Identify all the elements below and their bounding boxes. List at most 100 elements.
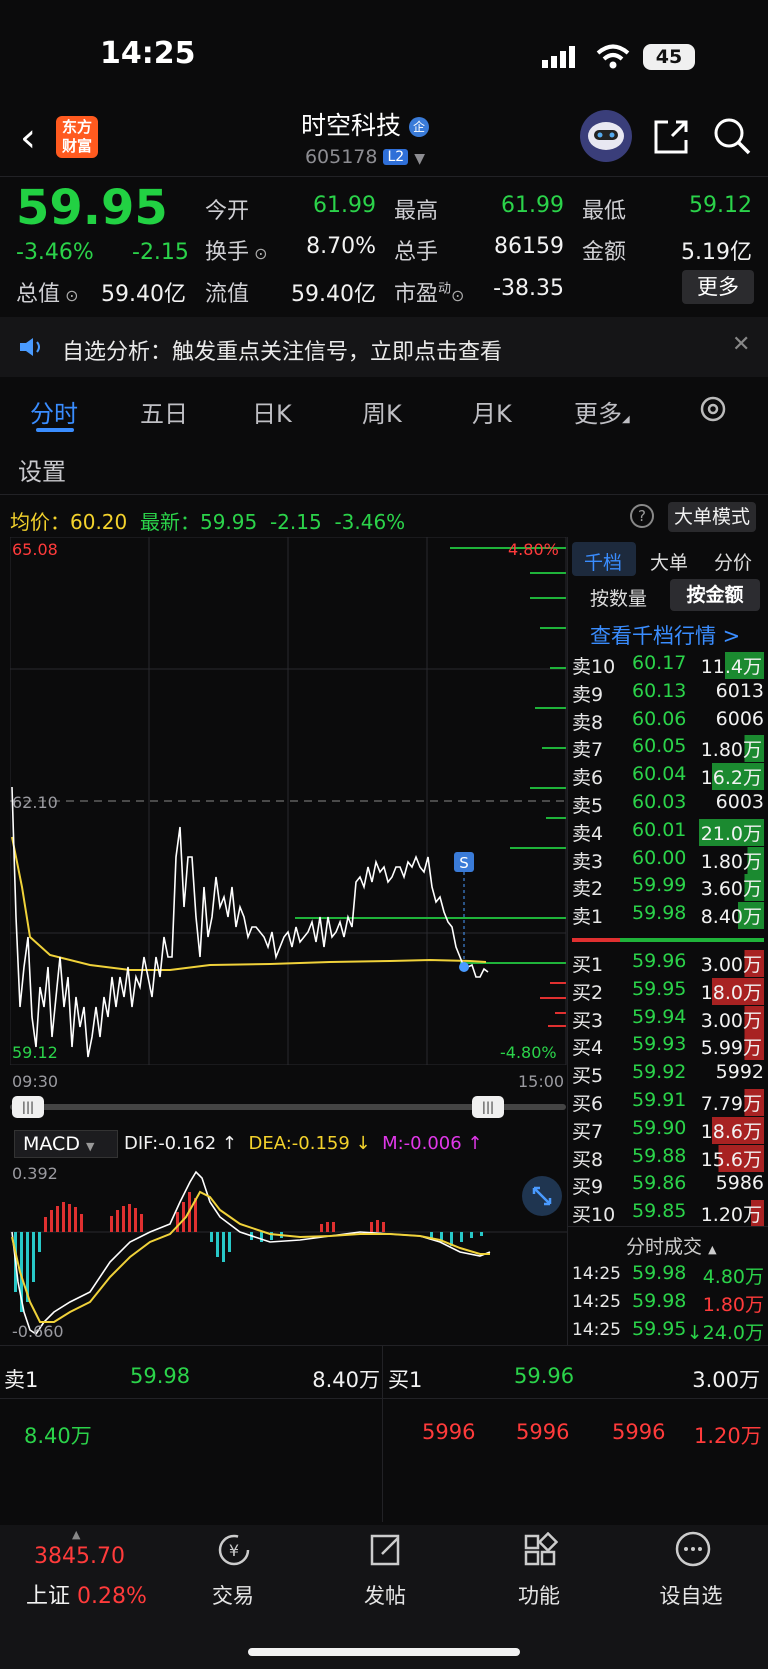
divider	[0, 176, 768, 177]
low-label: 最低	[582, 199, 627, 224]
settings-link[interactable]: 设置	[18, 452, 66, 487]
row-label: 卖9	[572, 683, 604, 706]
index-ticker[interactable]: 上证 0.28%	[26, 1578, 147, 1610]
help-icon[interactable]: ?	[630, 504, 654, 528]
orderbook-separator	[567, 537, 568, 1345]
assistant-avatar[interactable]	[580, 110, 632, 162]
buy1-volume: 3.00万	[692, 1368, 760, 1392]
ask-row[interactable]: 卖10 60.17 11.4万	[572, 652, 764, 680]
bid-row[interactable]: 买8 59.88 15.6万	[572, 1144, 764, 1173]
nav-post[interactable]: 发帖	[330, 1580, 440, 1610]
by-quantity-toggle[interactable]: 按数量	[590, 584, 647, 611]
row-volume: 3.60万	[698, 874, 764, 902]
more-dots-icon	[674, 1530, 712, 1572]
tab-daily[interactable]: 日K	[252, 394, 292, 429]
search-icon[interactable]	[712, 116, 752, 160]
tab-5day[interactable]: 五日	[140, 394, 188, 429]
amount-label: 金额	[582, 240, 627, 265]
panel-separator	[382, 1346, 383, 1522]
latest-pct: -3.46%	[334, 510, 406, 534]
bid-row[interactable]: 买5 59.92 5992	[572, 1061, 764, 1089]
range-slider-right-handle[interactable]: |||	[472, 1096, 504, 1118]
tab-big-order[interactable]: 大单	[650, 548, 688, 575]
row-price: 59.88	[632, 1144, 687, 1167]
ask-row[interactable]: 卖7 60.05 1.80万	[572, 735, 764, 763]
sell1-volume: 8.40万	[312, 1368, 380, 1392]
bid-row[interactable]: 买7 59.90 18.6万	[572, 1116, 764, 1145]
brand-logo[interactable]: 东方 财富	[56, 116, 98, 158]
row-label: 卖10	[572, 656, 616, 678]
range-slider-left-handle[interactable]: |||	[12, 1096, 44, 1118]
buy-queue-item: 5996	[516, 1420, 570, 1444]
y-ref-label: 62.10	[12, 793, 58, 812]
mktcap-label[interactable]: 总值 ⊙	[16, 276, 79, 308]
back-icon[interactable]: ‹	[20, 118, 36, 158]
notice-text[interactable]: 自选分析：触发重点关注信号，立即点击查看	[62, 334, 502, 366]
row-label: 卖4	[572, 822, 604, 845]
row-price: 59.98	[632, 902, 687, 925]
share-icon[interactable]	[652, 118, 690, 160]
trade-volume: 4.80万	[702, 1266, 764, 1288]
row-price: 59.96	[632, 950, 687, 972]
trade-price: 59.98	[632, 1290, 687, 1312]
view-depth-link[interactable]: 查看千档行情 >	[590, 620, 740, 650]
macd-chart[interactable]	[10, 1162, 568, 1342]
row-volume: 3.00万	[698, 950, 764, 977]
row-price: 60.01	[632, 818, 687, 841]
row-label: 买4	[572, 1037, 604, 1060]
ask-row[interactable]: 卖8 60.06 6006	[572, 708, 764, 736]
pct-top-label: 4.80%	[508, 540, 559, 559]
m-value: M:-0.006 ↑	[382, 1133, 483, 1154]
nav-trade[interactable]: 交易	[178, 1580, 288, 1610]
chevron-down-icon: ▼	[414, 151, 426, 167]
row-volume: 18.0万	[698, 977, 764, 1005]
bid-row[interactable]: 买4 59.93 5.99万	[572, 1033, 764, 1061]
index-value[interactable]: 3845.70	[34, 1544, 125, 1569]
divider	[0, 1345, 768, 1346]
ask-row[interactable]: 卖1 59.98 8.40万	[572, 902, 764, 930]
bid-row[interactable]: 买6 59.91 7.79万	[572, 1089, 764, 1117]
nav-functions[interactable]: 功能	[484, 1580, 594, 1610]
trade-icon: ¥	[216, 1532, 252, 1572]
bid-row[interactable]: 买3 59.94 3.00万	[572, 1005, 764, 1034]
row-price: 60.00	[632, 846, 687, 869]
caret-up-icon: ▲	[708, 1243, 717, 1256]
bid-row[interactable]: 买1 59.96 3.00万	[572, 950, 764, 978]
by-amount-toggle[interactable]: 按金额	[670, 579, 760, 611]
expand-icon[interactable]	[522, 1176, 562, 1216]
close-icon[interactable]: ✕	[732, 332, 750, 357]
more-button[interactable]: 更多	[682, 270, 754, 304]
bid-row[interactable]: 买9 59.86 5986	[572, 1172, 764, 1200]
tab-weekly[interactable]: 周K	[362, 394, 402, 429]
turnover-label[interactable]: 换手 ⊙	[205, 234, 268, 266]
indicator-label: MACD	[23, 1133, 80, 1155]
ask-row[interactable]: 卖5 60.03 6003	[572, 791, 764, 819]
ask-row[interactable]: 卖9 60.13 6013	[572, 680, 764, 708]
tab-more[interactable]: 更多◢	[574, 394, 630, 429]
tab-intraday[interactable]: 分时	[30, 394, 78, 429]
tab-depth[interactable]: 千档	[584, 548, 622, 575]
big-order-mode-button[interactable]: 大单模式	[668, 502, 756, 532]
intraday-chart[interactable]: S	[10, 537, 568, 1065]
tab-price-dist[interactable]: 分价	[714, 548, 752, 575]
row-price: 60.13	[632, 679, 687, 702]
trades-title[interactable]: 分时成交 ▲	[626, 1232, 717, 1259]
divider	[0, 494, 768, 495]
bid-row[interactable]: 买2 59.95 18.0万	[572, 977, 764, 1006]
bid-row[interactable]: 买10 59.85 1.20万	[572, 1200, 764, 1228]
ask-row[interactable]: 卖2 59.99 3.60万	[572, 874, 764, 902]
tab-monthly[interactable]: 月K	[472, 394, 512, 429]
ask-row[interactable]: 卖4 60.01 21.0万	[572, 818, 764, 847]
row-volume: 7.79万	[698, 1089, 764, 1116]
macd-top-label: 0.392	[12, 1164, 58, 1183]
open-label: 今开	[205, 199, 250, 224]
trade-time: 14:25	[572, 1320, 621, 1340]
pe-label[interactable]: 市盈动⊙	[394, 276, 464, 308]
gear-icon[interactable]	[698, 394, 728, 428]
ask-row[interactable]: 卖6 60.04 16.2万	[572, 763, 764, 791]
nav-watchlist-settings[interactable]: 设自选	[636, 1580, 746, 1610]
stock-code[interactable]: 605178 L2 ▼	[240, 146, 490, 168]
indicator-select[interactable]: MACD ▼	[14, 1130, 118, 1158]
row-volume: 6006	[715, 707, 764, 730]
ask-row[interactable]: 卖3 60.00 1.80万	[572, 846, 764, 875]
